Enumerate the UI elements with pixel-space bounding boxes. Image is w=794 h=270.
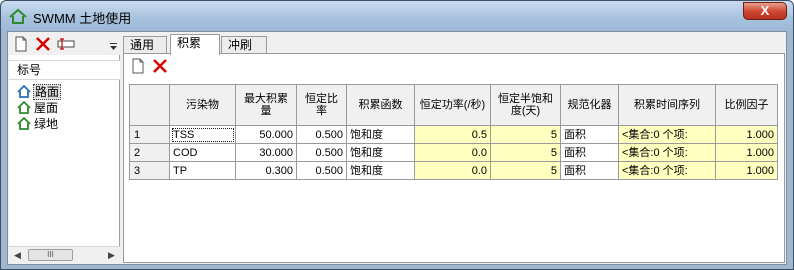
column-header[interactable]: 规范化器	[560, 84, 619, 126]
time-series-cell[interactable]: <集合:0 个项:	[618, 161, 716, 180]
left-toolbar	[9, 33, 120, 55]
scroll-right-arrow-icon[interactable]: ▶	[103, 247, 120, 263]
column-header[interactable]: 最大积累量	[235, 84, 297, 126]
scale-factor-cell[interactable]: 1.000	[715, 125, 778, 144]
scale-factor-cell[interactable]: 1.000	[715, 161, 778, 180]
time-series-cell[interactable]: <集合:0 个项:	[618, 125, 716, 144]
row-index[interactable]: 3	[129, 161, 170, 180]
horizontal-scrollbar[interactable]: ◀ III ▶	[9, 246, 120, 263]
corner-header	[129, 84, 170, 126]
close-button[interactable]: X	[743, 2, 787, 20]
new-document-icon[interactable]	[13, 36, 29, 52]
scale-factor-cell[interactable]: 1.000	[715, 143, 778, 162]
buildup-table: 污染物 最大积累量 恒定比率 积累函数 恒定功率(/秒) 恒定半饱和度(天) 规…	[129, 84, 778, 180]
half-saturation-cell[interactable]: 5	[490, 161, 561, 180]
row-index[interactable]: 1	[129, 125, 170, 144]
landuse-house-icon	[17, 85, 31, 98]
buildup-function-cell[interactable]: 饱和度	[346, 161, 415, 180]
tab-buildup[interactable]: 积累	[170, 34, 220, 55]
table-row[interactable]: 3 TP 0.300 0.500 饱和度 0.0 5 面积 <集合:0 个项: …	[129, 161, 778, 180]
tab-washoff[interactable]: 冲刷	[221, 36, 267, 54]
column-header[interactable]: 污染物	[169, 84, 236, 126]
table-header-row: 污染物 最大积累量 恒定比率 积累函数 恒定功率(/秒) 恒定半饱和度(天) 规…	[129, 84, 778, 126]
rate-constant-cell[interactable]: 0.500	[296, 125, 347, 144]
dropdown-arrow-icon[interactable]	[109, 42, 118, 51]
column-header[interactable]: 恒定功率(/秒)	[414, 84, 491, 126]
pollutant-cell[interactable]: TSS	[169, 125, 236, 144]
normalizer-cell[interactable]: 面积	[560, 143, 619, 162]
title-bar[interactable]: SWMM 土地使用 X	[1, 1, 793, 31]
window-title: SWMM 土地使用	[33, 11, 132, 26]
landuse-item-label: 路面	[33, 84, 62, 100]
delete-icon[interactable]	[152, 58, 168, 74]
buildup-function-cell[interactable]: 饱和度	[346, 125, 415, 144]
delete-icon[interactable]	[35, 36, 51, 52]
landuse-item-label: 屋面	[34, 101, 59, 115]
landuse-list-header: 标号	[9, 60, 120, 80]
column-header[interactable]: 积累函数	[346, 84, 415, 126]
landuse-house-icon	[17, 101, 31, 114]
buildup-panel: 污染物 最大积累量 恒定比率 积累函数 恒定功率(/秒) 恒定半饱和度(天) 规…	[123, 53, 785, 263]
table-row[interactable]: 2 COD 30.000 0.500 饱和度 0.0 5 面积 <集合:0 个项…	[129, 143, 778, 162]
row-index[interactable]: 2	[129, 143, 170, 162]
power-constant-cell[interactable]: 0.0	[414, 143, 491, 162]
time-series-cell[interactable]: <集合:0 个项:	[618, 143, 716, 162]
swmm-landuse-window: SWMM 土地使用 X 标号 路面 屋面 绿地 ◀ III ▶ 通用 积累 冲刷…	[0, 0, 794, 270]
half-saturation-cell[interactable]: 5	[490, 143, 561, 162]
tab-general[interactable]: 通用	[123, 36, 167, 54]
buildup-function-cell[interactable]: 饱和度	[346, 143, 415, 162]
pollutant-cell[interactable]: TP	[169, 161, 236, 180]
scroll-thumb[interactable]: III	[28, 249, 73, 261]
landuse-list-pane: 标号 路面 屋面 绿地 ◀ III ▶	[9, 33, 120, 263]
max-buildup-cell[interactable]: 30.000	[235, 143, 297, 162]
normalizer-cell[interactable]: 面积	[560, 161, 619, 180]
power-constant-cell[interactable]: 0.5	[414, 125, 491, 144]
max-buildup-cell[interactable]: 50.000	[235, 125, 297, 144]
column-header[interactable]: 恒定半饱和度(天)	[490, 84, 561, 126]
table-row[interactable]: 1 TSS 50.000 0.500 饱和度 0.5 5 面积 <集合:0 个项…	[129, 125, 778, 144]
landuse-item-label: 绿地	[34, 117, 59, 131]
rename-icon[interactable]	[57, 36, 77, 52]
landuse-house-icon	[17, 117, 31, 130]
rate-constant-cell[interactable]: 0.500	[296, 143, 347, 162]
dialog-body: 标号 路面 屋面 绿地 ◀ III ▶ 通用 积累 冲刷 污染物 最大积累量 恒…	[7, 31, 787, 265]
column-header[interactable]: 积累时间序列	[618, 84, 716, 126]
normalizer-cell[interactable]: 面积	[560, 125, 619, 144]
rate-constant-cell[interactable]: 0.500	[296, 161, 347, 180]
pollutant-cell[interactable]: COD	[169, 143, 236, 162]
max-buildup-cell[interactable]: 0.300	[235, 161, 297, 180]
scroll-left-arrow-icon[interactable]: ◀	[9, 247, 26, 263]
half-saturation-cell[interactable]: 5	[490, 125, 561, 144]
power-constant-cell[interactable]: 0.0	[414, 161, 491, 180]
column-header[interactable]: 比例因子	[715, 84, 778, 126]
landuse-house-icon	[9, 8, 27, 24]
new-document-icon[interactable]	[130, 58, 146, 74]
column-header[interactable]: 恒定比率	[296, 84, 347, 126]
